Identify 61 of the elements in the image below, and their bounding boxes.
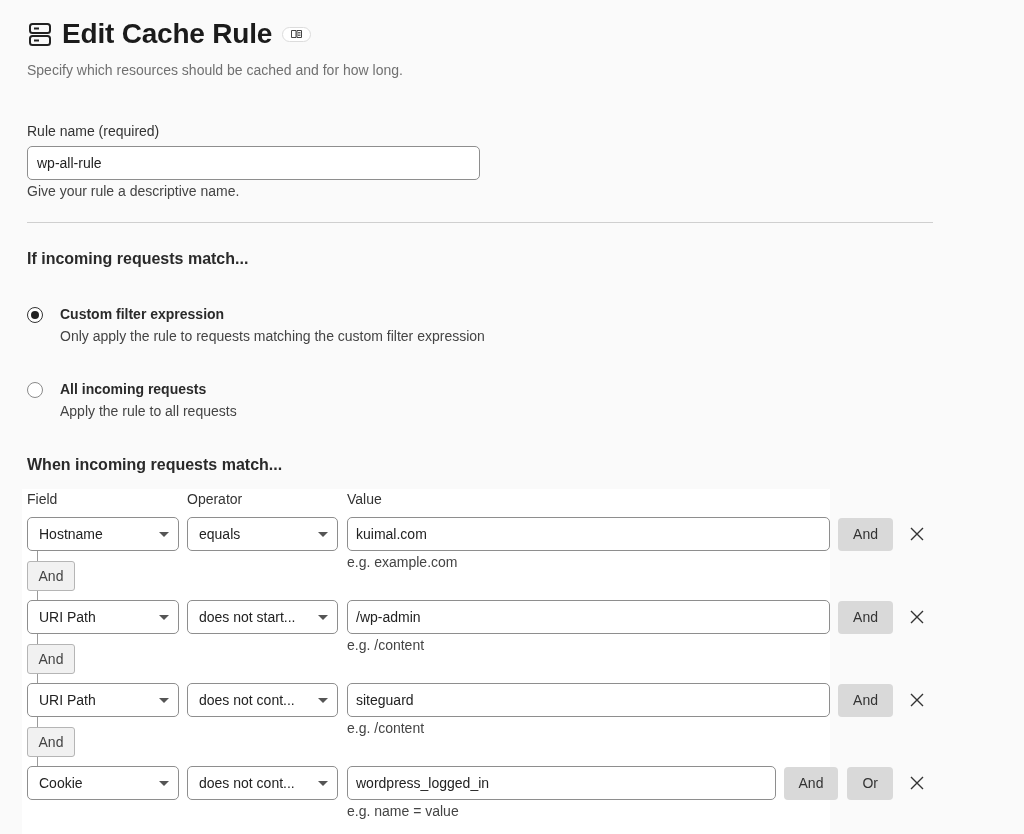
value-hint: e.g. /content bbox=[347, 719, 425, 738]
value-input[interactable]: wordpress_logged_in bbox=[347, 766, 776, 800]
book-icon bbox=[291, 30, 303, 38]
connector-line bbox=[37, 551, 38, 561]
connector-line bbox=[37, 634, 38, 644]
value-input[interactable]: siteguard bbox=[347, 683, 831, 717]
caret-icon bbox=[159, 614, 169, 620]
page-subtitle: Specify which resources should be cached and for how long. bbox=[27, 61, 404, 80]
option-description: Apply the rule to all requests bbox=[60, 402, 237, 421]
value-input[interactable]: /wp-admin bbox=[347, 600, 831, 634]
caret-icon bbox=[159, 697, 169, 703]
close-icon bbox=[910, 527, 924, 541]
logic-connector-button[interactable]: And bbox=[27, 727, 75, 757]
add-condition-button[interactable]: Or bbox=[847, 766, 893, 800]
page-title: Edit Cache Rule bbox=[62, 17, 273, 51]
value-hint: e.g. /content bbox=[347, 636, 425, 655]
caret-icon bbox=[318, 780, 328, 786]
field-select[interactable]: Hostname bbox=[27, 517, 179, 551]
add-condition-button[interactable]: And bbox=[838, 517, 893, 551]
caret-icon bbox=[159, 780, 169, 786]
operator-select[interactable]: does not cont... bbox=[187, 766, 338, 800]
field-select[interactable]: Cookie bbox=[27, 766, 179, 800]
caret-icon bbox=[318, 531, 328, 537]
add-condition-button[interactable]: And bbox=[783, 766, 839, 800]
operator-select[interactable]: does not cont... bbox=[187, 683, 338, 717]
close-icon bbox=[910, 693, 924, 707]
value-hint: e.g. name = value bbox=[347, 802, 459, 821]
help-text: Give your rule a descriptive name. bbox=[27, 182, 241, 201]
operator-select[interactable]: does not start... bbox=[187, 600, 338, 634]
operator-select[interactable]: equals bbox=[187, 517, 338, 551]
column-header: Value bbox=[347, 490, 382, 509]
column-header: Field bbox=[27, 490, 59, 509]
field-select[interactable]: URI Path bbox=[27, 600, 179, 634]
section-heading: If incoming requests match... bbox=[27, 249, 250, 269]
connector-line bbox=[37, 674, 38, 683]
value-hint: e.g. example.com bbox=[347, 553, 458, 572]
caret-icon bbox=[318, 614, 328, 620]
close-icon bbox=[910, 610, 924, 624]
rule-name-input[interactable]: wp-all-rule bbox=[27, 146, 480, 180]
value-input[interactable]: kuimal.com bbox=[347, 517, 831, 551]
docs-button[interactable] bbox=[282, 26, 312, 42]
radio-button[interactable] bbox=[27, 307, 43, 323]
server-icon bbox=[29, 22, 51, 46]
connector-line bbox=[37, 591, 38, 600]
radio-button[interactable] bbox=[27, 382, 43, 398]
option-description: Only apply the rule to requests matching the custom filter expression bbox=[60, 327, 485, 346]
column-header: Operator bbox=[187, 490, 244, 509]
field-label: Rule name (required) bbox=[27, 122, 161, 141]
add-condition-button[interactable]: And bbox=[838, 683, 893, 717]
close-icon bbox=[910, 776, 924, 790]
connector-line bbox=[37, 717, 38, 727]
option-label: All incoming requests bbox=[60, 380, 208, 399]
option-label: Custom filter expression bbox=[60, 305, 226, 324]
add-condition-button[interactable]: And bbox=[838, 600, 893, 634]
connector-line bbox=[37, 757, 38, 766]
field-select[interactable]: URI Path bbox=[27, 683, 179, 717]
caret-icon bbox=[318, 697, 328, 703]
section-heading: When incoming requests match... bbox=[27, 455, 284, 475]
logic-connector-button[interactable]: And bbox=[27, 644, 75, 674]
logic-connector-button[interactable]: And bbox=[27, 561, 75, 591]
caret-icon bbox=[159, 531, 169, 537]
